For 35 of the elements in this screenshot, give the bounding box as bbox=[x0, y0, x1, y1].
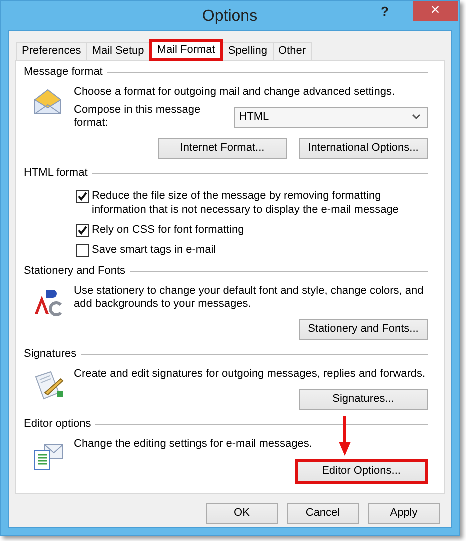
options-button[interactable]: Editor Options... bbox=[295, 459, 428, 484]
window-title: Options bbox=[202, 6, 258, 26]
checkbox[interactable] bbox=[76, 190, 89, 203]
description-text: Change the editing settings for e-mail messages. bbox=[74, 438, 314, 451]
options-button[interactable]: International Options... bbox=[299, 138, 428, 159]
checkbox-label: Save smart tags in e-mail bbox=[92, 243, 216, 257]
description-text: Use stationery to change your default font and style, change colors, and add backgrounds to your messages. bbox=[74, 285, 425, 311]
options-button[interactable]: Internet Format... bbox=[158, 138, 287, 159]
font-icon bbox=[33, 288, 63, 316]
options-button[interactable]: Signatures... bbox=[299, 389, 428, 410]
section-title: HTML format bbox=[24, 167, 88, 180]
tab[interactable]: Mail Format bbox=[149, 39, 224, 61]
checkbox-label: Rely on CSS for font formatting bbox=[92, 223, 244, 237]
envelope-icon bbox=[33, 89, 63, 115]
options-button[interactable]: Stationery and Fonts... bbox=[299, 319, 428, 340]
tab[interactable]: Preferences bbox=[16, 42, 88, 60]
checkbox[interactable] bbox=[76, 244, 89, 257]
tab[interactable]: Other bbox=[272, 42, 312, 60]
description-text: Choose a format for outgoing mail and change advanced settings. bbox=[74, 86, 396, 99]
close-button[interactable]: × bbox=[413, 1, 458, 21]
dialog-button[interactable]: Cancel bbox=[287, 503, 359, 524]
checkbox-label: Reduce the file size of the message by removing formatting information that is not necessary to display the e-mail message bbox=[92, 189, 400, 217]
section-title: Signatures bbox=[24, 348, 77, 361]
section-title: Message format bbox=[24, 66, 103, 79]
compose-label: Compose in this message format: bbox=[74, 104, 202, 130]
description-text: Create and edit signatures for outgoing messages, replies and forwards. bbox=[74, 368, 427, 381]
dialog-button[interactable]: OK bbox=[206, 503, 278, 524]
dialog-button[interactable]: Apply bbox=[368, 503, 440, 524]
section-title: Stationery and Fonts bbox=[24, 265, 126, 278]
help-button[interactable]: ? bbox=[381, 5, 389, 18]
document-pen-icon bbox=[33, 371, 65, 401]
section-title: Editor options bbox=[24, 418, 92, 431]
checkbox[interactable] bbox=[76, 224, 89, 237]
chevron-icon bbox=[412, 114, 421, 120]
format-dropdown[interactable]: HTML bbox=[234, 106, 428, 128]
